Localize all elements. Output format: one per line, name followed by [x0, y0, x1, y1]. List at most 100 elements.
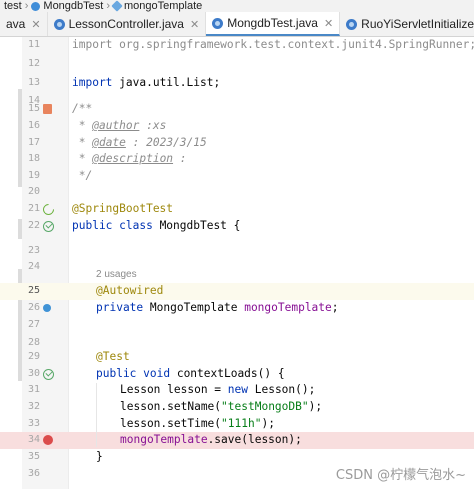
- code-fragment: contextLoads() {: [170, 367, 285, 380]
- line-number: 13: [27, 77, 40, 88]
- code-fragment: : 2023/3/15: [125, 136, 207, 149]
- code-fragment: :: [173, 152, 187, 165]
- spring-bean-icon[interactable]: [40, 201, 57, 218]
- doc-tag: @description: [92, 152, 174, 165]
- tab-overflow[interactable]: ava ✕: [0, 12, 48, 36]
- tab-label: LessonController.java: [68, 17, 184, 31]
- code-line: 25 @Autowired: [0, 283, 474, 300]
- code-fragment: );: [261, 417, 275, 430]
- code-fragment: .save(lesson);: [207, 433, 302, 446]
- code-fragment: MongoTemplate: [143, 301, 245, 314]
- code-editor[interactable]: 11 import org.springframework.test.conte…: [0, 37, 474, 489]
- code-fragment: :xs: [139, 119, 167, 132]
- field-name: mongoTemplate: [120, 433, 208, 446]
- autowired-bean-icon[interactable]: [43, 304, 51, 312]
- line-number: 29: [27, 351, 40, 362]
- code-line: 30 public void contextLoads() {: [0, 366, 474, 383]
- tab-label: MongdbTest.java: [227, 16, 318, 30]
- line-number: 32: [27, 401, 40, 412]
- code-text: /**: [72, 102, 93, 115]
- run-test-icon[interactable]: [43, 369, 54, 380]
- line-number: 26: [27, 302, 40, 313]
- code-line-breakpoint: 34 mongoTemplate.save(lesson);: [0, 432, 474, 449]
- field-icon: [111, 0, 123, 12]
- line-number: 22: [27, 220, 40, 231]
- java-class-icon: [212, 17, 224, 29]
- code-line: 19 */: [0, 168, 474, 185]
- breadcrumb-item-class[interactable]: MongdbTest: [43, 0, 103, 12]
- line-number: 18: [27, 153, 40, 164]
- class-icon: [31, 1, 41, 11]
- keyword: public void: [96, 367, 171, 380]
- code-line: 32 lesson.setName("testMongoDB");: [0, 399, 474, 416]
- close-icon[interactable]: ✕: [324, 17, 333, 30]
- code-line: 13 import java.util.List;: [0, 75, 474, 92]
- field-name: mongoTemplate: [244, 301, 332, 314]
- code-text: public class MongdbTest {: [72, 218, 240, 235]
- breadcrumb-item-field[interactable]: mongoTemplate: [124, 0, 202, 12]
- code-text: public void contextLoads() {: [96, 366, 285, 383]
- line-number: 19: [27, 170, 40, 181]
- watermark: CSDN @柠檬气泡水~: [335, 468, 466, 483]
- keyword: new: [227, 383, 248, 396]
- code-line: 11 import org.springframework.test.conte…: [0, 37, 474, 54]
- string-literal: "111h": [221, 417, 262, 430]
- java-class-icon: [346, 18, 358, 30]
- code-text: */: [72, 169, 93, 182]
- close-icon[interactable]: ✕: [190, 18, 199, 31]
- tab-label: RuoYiServletInitializer.java: [361, 17, 474, 31]
- tab-mongdbtest[interactable]: MongdbTest.java ✕: [206, 12, 341, 36]
- editor-tab-bar: ava ✕ LessonController.java ✕ MongdbTest…: [0, 12, 474, 37]
- line-number: 31: [27, 384, 40, 395]
- code-text: }: [96, 450, 103, 463]
- code-vision-line: 2 usages: [0, 267, 474, 284]
- code-text: @Test: [96, 350, 130, 363]
- line-number: 20: [27, 186, 40, 197]
- code-line: 31 Lesson lesson = new Lesson();: [0, 382, 474, 399]
- code-line: 22 public class MongdbTest {: [0, 218, 474, 235]
- tab-lessoncontroller[interactable]: LessonController.java ✕: [48, 12, 207, 36]
- line-number: 34: [27, 434, 40, 445]
- code-text: lesson.setName("testMongoDB");: [120, 399, 322, 416]
- code-text: @SpringBootTest: [72, 202, 174, 215]
- code-fragment: ;: [331, 301, 339, 314]
- code-fragment: *: [72, 152, 93, 165]
- code-line: 15 /**: [0, 101, 474, 118]
- code-fragment: java.util.List;: [112, 76, 221, 89]
- breakpoint-icon[interactable]: [43, 435, 53, 445]
- tab-ruoyiservletinitializer[interactable]: RuoYiServletInitializer.java ✕: [340, 12, 474, 36]
- code-fragment: *: [72, 136, 93, 149]
- java-class-icon: [53, 18, 65, 30]
- code-line: 33 lesson.setTime("111h");: [0, 416, 474, 433]
- code-line: 27: [0, 317, 474, 334]
- code-line: 23: [0, 243, 474, 260]
- code-fragment: *: [72, 119, 93, 132]
- code-text: lesson.setTime("111h");: [120, 416, 275, 433]
- code-text: mongoTemplate.save(lesson);: [120, 432, 302, 449]
- run-test-icon[interactable]: [43, 221, 54, 232]
- line-number: 23: [27, 245, 40, 256]
- breadcrumb-item-test[interactable]: test: [4, 0, 22, 12]
- line-number: 17: [27, 137, 40, 148]
- keyword: public class: [72, 219, 153, 232]
- code-text: import org.springframework.test.context.…: [72, 38, 474, 51]
- code-fragment: MongdbTest {: [152, 219, 241, 232]
- keyword: import: [72, 76, 113, 89]
- code-text: Lesson lesson = new Lesson();: [120, 382, 315, 399]
- code-line: 20: [0, 184, 474, 201]
- line-number: 21: [27, 203, 40, 214]
- code-line: 26 private MongoTemplate mongoTemplate;: [0, 300, 474, 317]
- line-number: 15: [27, 103, 40, 114]
- code-text: * @author :xs: [72, 118, 167, 135]
- indent-guide: [96, 383, 97, 447]
- code-fragment: lesson.setName(: [120, 400, 222, 413]
- line-number: 36: [27, 468, 40, 479]
- usages-hint[interactable]: 2 usages: [96, 267, 137, 284]
- code-text: * @description :: [72, 151, 187, 168]
- close-icon[interactable]: ✕: [31, 18, 40, 31]
- rendered-doc-icon[interactable]: [43, 104, 52, 114]
- breadcrumb: test › MongdbTest › mongoTemplate: [0, 0, 474, 12]
- code-fragment: lesson.setTime(: [120, 417, 222, 430]
- breadcrumb-separator: ›: [24, 0, 29, 12]
- line-number: 30: [27, 368, 40, 379]
